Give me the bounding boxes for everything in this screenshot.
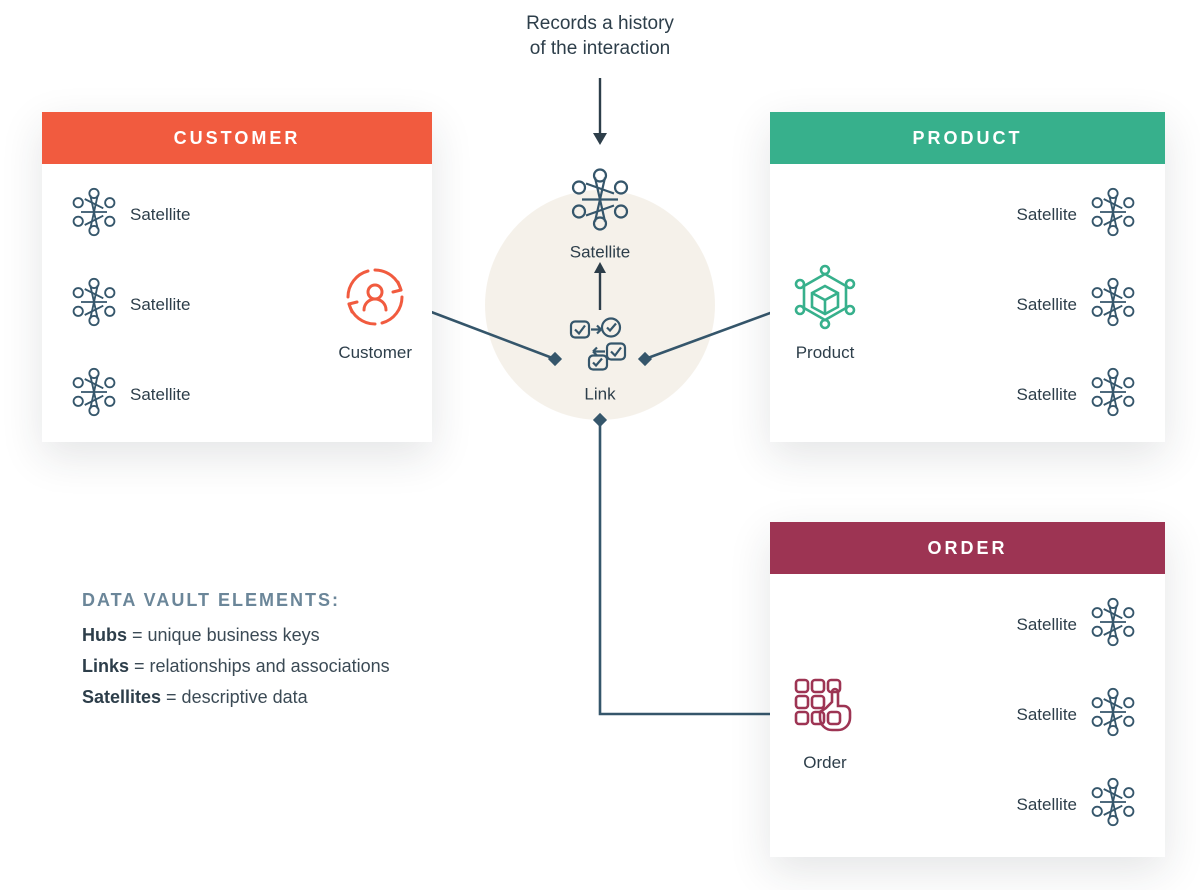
satellite-icon xyxy=(68,276,120,333)
satellite-icon xyxy=(68,186,120,243)
order-hub-label: Order xyxy=(790,753,860,773)
product-hub-label: Product xyxy=(790,343,860,363)
product-hub: Product xyxy=(790,262,860,363)
link-icon xyxy=(567,316,633,379)
satellite-label: Satellite xyxy=(1017,295,1077,315)
product-icon xyxy=(790,262,860,337)
legend: DATA VAULT ELEMENTS: Hubs = unique busin… xyxy=(82,590,522,718)
satellite-label: Satellite xyxy=(1017,615,1077,635)
caption-line2: of the interaction xyxy=(526,37,674,62)
satellite-icon xyxy=(568,168,632,237)
center-satellite: Satellite xyxy=(568,168,632,263)
order-satellite-row: Satellite xyxy=(1017,686,1139,743)
center-satellite-label: Satellite xyxy=(568,243,632,263)
customer-satellite-row: Satellite xyxy=(68,276,190,333)
customer-satellite-row: Satellite xyxy=(68,366,190,423)
legend-links-def: = relationships and associations xyxy=(129,656,390,676)
satellite-icon xyxy=(1087,366,1139,423)
product-satellite-row: Satellite xyxy=(1017,276,1139,333)
legend-title: DATA VAULT ELEMENTS: xyxy=(82,590,522,611)
satellite-label: Satellite xyxy=(1017,385,1077,405)
satellite-icon xyxy=(1087,186,1139,243)
order-hub: Order xyxy=(790,672,860,773)
satellite-label: Satellite xyxy=(1017,795,1077,815)
legend-hubs: Hubs = unique business keys xyxy=(82,625,522,646)
order-header: ORDER xyxy=(770,522,1165,574)
legend-hubs-term: Hubs xyxy=(82,625,127,645)
product-satellite-row: Satellite xyxy=(1017,186,1139,243)
satellite-icon xyxy=(1087,776,1139,833)
legend-links: Links = relationships and associations xyxy=(82,656,522,677)
order-card: ORDER Satellite Satellite Satellite xyxy=(770,522,1165,857)
center-link-label: Link xyxy=(567,385,633,405)
legend-hubs-def: = unique business keys xyxy=(127,625,320,645)
order-satellite-row: Satellite xyxy=(1017,596,1139,653)
satellite-label: Satellite xyxy=(130,295,190,315)
legend-sats-term: Satellites xyxy=(82,687,161,707)
satellite-label: Satellite xyxy=(130,385,190,405)
customer-hub: Customer xyxy=(338,262,412,363)
satellite-icon xyxy=(1087,596,1139,653)
top-caption: Records a history of the interaction xyxy=(526,12,674,61)
satellite-icon xyxy=(68,366,120,423)
satellite-label: Satellite xyxy=(1017,205,1077,225)
product-card: PRODUCT Satellite Satellite Satellite xyxy=(770,112,1165,442)
order-icon xyxy=(790,672,860,747)
caption-line1: Records a history xyxy=(526,12,674,37)
satellite-label: Satellite xyxy=(1017,705,1077,725)
satellite-label: Satellite xyxy=(130,205,190,225)
satellite-icon xyxy=(1087,276,1139,333)
diagram-stage: Records a history of the interaction Sat… xyxy=(0,0,1200,890)
customer-header: CUSTOMER xyxy=(42,112,432,164)
center-link: Link xyxy=(567,316,633,405)
product-header: PRODUCT xyxy=(770,112,1165,164)
customer-icon xyxy=(340,262,410,337)
legend-satellites: Satellites = descriptive data xyxy=(82,687,522,708)
order-satellite-row: Satellite xyxy=(1017,776,1139,833)
satellite-icon xyxy=(1087,686,1139,743)
product-satellite-row: Satellite xyxy=(1017,366,1139,423)
legend-links-term: Links xyxy=(82,656,129,676)
customer-satellite-row: Satellite xyxy=(68,186,190,243)
customer-hub-label: Customer xyxy=(338,343,412,363)
customer-card: CUSTOMER Satellite Satellite Satellite xyxy=(42,112,432,442)
legend-sats-def: = descriptive data xyxy=(161,687,308,707)
